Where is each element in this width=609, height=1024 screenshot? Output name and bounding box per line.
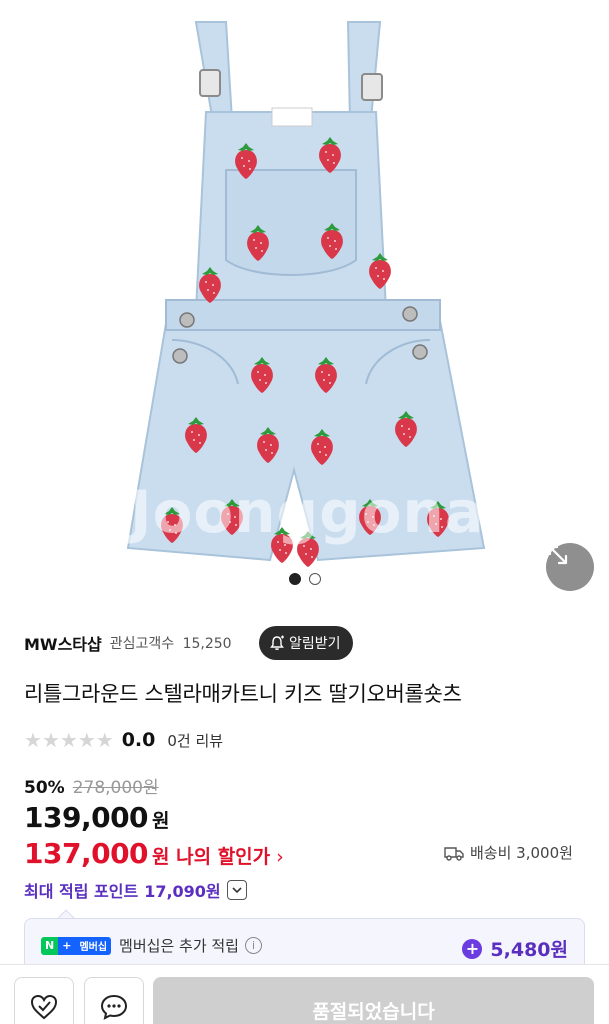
my-discount-price-link[interactable]: 137,000 원 나의 할인가 › — [24, 837, 284, 870]
carousel-dot-1[interactable] — [288, 573, 301, 585]
bottom-action-bar: 품절되었습니다 — [0, 964, 609, 1024]
bell-plus-icon — [270, 635, 284, 650]
my-discount-price-label: 원 나의 할인가 — [152, 846, 271, 868]
badge-label: 멤버십 — [75, 936, 112, 955]
rating-score: 0.0 — [121, 729, 156, 751]
wishlist-button[interactable] — [14, 977, 74, 1024]
seller-row: MW스타샵 관심고객수 15,250 알림받기 — [24, 626, 584, 660]
rating-row[interactable]: ★ ★ ★ ★ ★ 0.0 0건 리뷰 — [24, 728, 223, 752]
truck-icon — [444, 846, 464, 861]
naver-plus-membership-badge: N + 멤버십 — [41, 936, 112, 955]
original-price: 278,000원 — [72, 778, 159, 798]
price-row: 139,000 원 — [24, 801, 170, 834]
followers-label: 관심고객수 — [109, 636, 175, 652]
sale-price: 139,000 — [24, 801, 149, 834]
soldout-button: 품절되었습니다 — [153, 977, 594, 1024]
heart-check-icon — [30, 994, 58, 1020]
star-icon: ★ — [95, 728, 114, 752]
followers-count: 15,250 — [182, 636, 232, 652]
shipping-fee: 배송비 3,000원 — [470, 844, 573, 862]
star-icon: ★ — [24, 728, 42, 752]
seller-followers: 관심고객수 15,250 — [110, 633, 232, 653]
product-image[interactable]: Joonggonara — [0, 0, 609, 600]
membership-points-value: 5,480원 — [490, 939, 568, 961]
membership-points: + 5,480원 — [462, 935, 568, 962]
carousel-dots — [0, 573, 609, 585]
expand-arrows-icon — [548, 545, 568, 565]
star-rating: ★ ★ ★ ★ ★ — [24, 730, 114, 750]
product-title: 리틀그라운드 스텔라매카트니 키즈 딸기오버롤숏츠 — [24, 682, 462, 706]
badge-plus: + — [58, 936, 76, 955]
plus-circle-icon: + — [462, 938, 483, 959]
seller-name[interactable]: MW스타샵 — [24, 631, 102, 655]
my-discount-price: 137,000 — [24, 837, 149, 870]
price-unit: 원 — [152, 810, 170, 832]
review-count[interactable]: 0건 리뷰 — [167, 730, 223, 751]
alarm-label: 알림받기 — [289, 636, 341, 652]
watermark: Joonggonara — [130, 478, 555, 546]
alarm-button[interactable]: 알림받기 — [259, 626, 353, 660]
membership-info: N + 멤버십 멤버십은 추가 적립 i — [41, 935, 262, 956]
chevron-right-icon: › — [276, 846, 284, 868]
chat-button[interactable] — [84, 977, 144, 1024]
shipping-info: 배송비 3,000원 — [444, 842, 573, 863]
discount-rate: 50% — [24, 778, 65, 798]
membership-text: 멤버십은 추가 적립 — [119, 937, 239, 955]
badge-n: N — [41, 936, 59, 955]
points-value: 17,090원 — [144, 882, 221, 901]
carousel-dot-2[interactable] — [308, 573, 321, 585]
info-icon[interactable]: i — [244, 937, 262, 954]
star-icon: ★ — [59, 728, 78, 752]
points-label: 최대 적립 포인트 — [24, 882, 139, 901]
points-expand-button[interactable] — [226, 880, 247, 900]
expand-button[interactable] — [546, 543, 594, 591]
chat-bubble-icon — [100, 994, 128, 1020]
discount-row: 50% 278,000원 — [24, 773, 159, 798]
chevron-down-icon — [232, 887, 242, 894]
star-icon: ★ — [41, 728, 60, 752]
star-icon: ★ — [77, 728, 96, 752]
points-row: 최대 적립 포인트 17,090원 — [24, 878, 247, 902]
